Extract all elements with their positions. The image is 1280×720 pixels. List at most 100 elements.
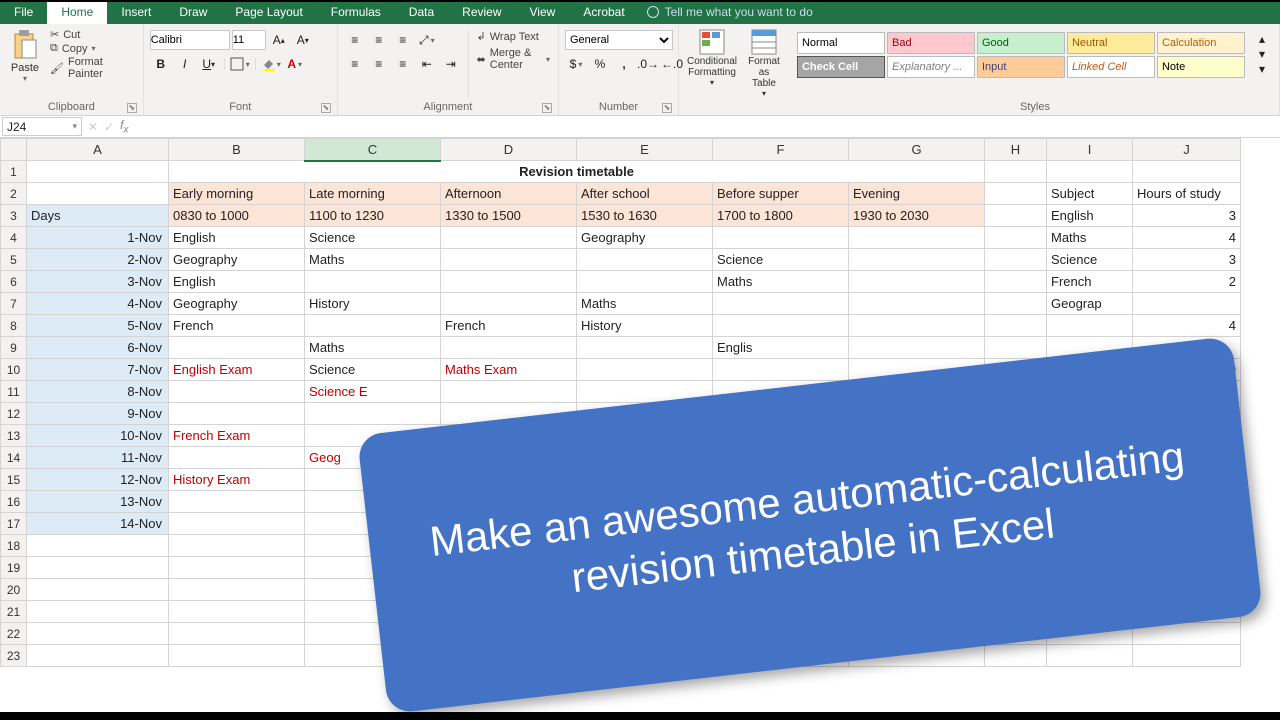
tab-formulas[interactable]: Formulas — [317, 0, 395, 24]
row-header-22[interactable]: 22 — [1, 623, 27, 645]
row-header-15[interactable]: 15 — [1, 469, 27, 491]
row-header-21[interactable]: 21 — [1, 601, 27, 623]
gallery-more-button[interactable]: ▾ — [1251, 62, 1273, 76]
paste-button[interactable]: Paste ▾ — [6, 26, 44, 85]
enter-formula-icon[interactable]: ✓ — [104, 120, 114, 134]
increase-indent-button[interactable]: ⇥ — [440, 54, 462, 74]
select-all-corner[interactable] — [1, 139, 27, 161]
col-header-J[interactable]: J — [1133, 139, 1241, 161]
style-normal[interactable]: Normal — [797, 32, 885, 54]
formula-input[interactable] — [134, 116, 1280, 137]
fx-icon[interactable]: fx — [120, 118, 128, 135]
row-header-13[interactable]: 13 — [1, 425, 27, 447]
row-header-19[interactable]: 19 — [1, 557, 27, 579]
align-top-button[interactable]: ≡ — [344, 30, 366, 50]
tab-acrobat[interactable]: Acrobat — [569, 0, 638, 24]
font-launcher[interactable]: ⬊ — [321, 103, 331, 113]
style-linked-cell[interactable]: Linked Cell — [1067, 56, 1155, 78]
align-middle-button[interactable]: ≡ — [368, 30, 390, 50]
style-input[interactable]: Input — [977, 56, 1065, 78]
style-gallery[interactable]: NormalBadGoodNeutralCalculation Check Cel… — [797, 32, 1245, 78]
row-header-10[interactable]: 10 — [1, 359, 27, 381]
tab-insert[interactable]: Insert — [107, 0, 165, 24]
row-header-4[interactable]: 4 — [1, 227, 27, 249]
italic-button[interactable]: I — [174, 54, 196, 74]
format-as-table-button[interactable]: Format as Table▾ — [743, 26, 785, 100]
number-launcher[interactable]: ⬊ — [662, 103, 672, 113]
tab-home[interactable]: Home — [47, 0, 107, 24]
row-header-14[interactable]: 14 — [1, 447, 27, 469]
row-header-2[interactable]: 2 — [1, 183, 27, 205]
tab-page-layout[interactable]: Page Layout — [221, 0, 316, 24]
fill-color-button[interactable] — [260, 54, 282, 74]
font-size-input[interactable] — [232, 30, 266, 50]
wrap-text-button[interactable]: ↲Wrap Text — [475, 30, 552, 43]
cut-button[interactable]: ✂Cut — [48, 28, 137, 41]
col-header-D[interactable]: D — [441, 139, 577, 161]
title-cell[interactable]: Revision timetable — [169, 161, 985, 183]
col-header-G[interactable]: G — [849, 139, 985, 161]
name-box[interactable]: J24▾ — [2, 117, 82, 136]
style-note[interactable]: Note — [1157, 56, 1245, 78]
gallery-down-button[interactable]: ▾ — [1251, 47, 1273, 61]
row-header-3[interactable]: 3 — [1, 205, 27, 227]
tab-view[interactable]: View — [516, 0, 570, 24]
align-left-button[interactable]: ≡ — [344, 54, 366, 74]
row-header-23[interactable]: 23 — [1, 645, 27, 667]
decrease-indent-button[interactable]: ⇤ — [416, 54, 438, 74]
row-header-5[interactable]: 5 — [1, 249, 27, 271]
comma-button[interactable]: , — [613, 54, 635, 74]
format-painter-button[interactable]: 🖌Format Painter — [48, 56, 137, 80]
row-header-9[interactable]: 9 — [1, 337, 27, 359]
col-header-C[interactable]: C — [305, 139, 441, 161]
style-calculation[interactable]: Calculation — [1157, 32, 1245, 54]
gallery-up-button[interactable]: ▴ — [1251, 32, 1273, 46]
font-name-input[interactable] — [150, 30, 230, 50]
font-color-button[interactable]: A — [284, 54, 306, 74]
alignment-launcher[interactable]: ⬊ — [542, 103, 552, 113]
increase-decimal-button[interactable]: .0→ — [637, 54, 659, 74]
style-bad[interactable]: Bad — [887, 32, 975, 54]
grow-font-button[interactable]: A▴ — [268, 30, 290, 50]
row-header-20[interactable]: 20 — [1, 579, 27, 601]
bold-button[interactable]: B — [150, 54, 172, 74]
borders-button[interactable] — [229, 54, 251, 74]
conditional-formatting-button[interactable]: Conditional Formatting▾ — [685, 26, 739, 89]
row-header-18[interactable]: 18 — [1, 535, 27, 557]
row-header-17[interactable]: 17 — [1, 513, 27, 535]
align-right-button[interactable]: ≡ — [392, 54, 414, 74]
align-center-button[interactable]: ≡ — [368, 54, 390, 74]
percent-button[interactable]: % — [589, 54, 611, 74]
col-header-A[interactable]: A — [27, 139, 169, 161]
style-check-cell[interactable]: Check Cell — [797, 56, 885, 78]
copy-button[interactable]: ⧉Copy▾ — [48, 42, 137, 55]
row-header-16[interactable]: 16 — [1, 491, 27, 513]
shrink-font-button[interactable]: A▾ — [292, 30, 314, 50]
tab-review[interactable]: Review — [448, 0, 515, 24]
col-header-F[interactable]: F — [713, 139, 849, 161]
row-header-6[interactable]: 6 — [1, 271, 27, 293]
row-header-8[interactable]: 8 — [1, 315, 27, 337]
col-header-B[interactable]: B — [169, 139, 305, 161]
align-bottom-button[interactable]: ≡ — [392, 30, 414, 50]
tab-data[interactable]: Data — [395, 0, 448, 24]
row-header-1[interactable]: 1 — [1, 161, 27, 183]
col-header-I[interactable]: I — [1047, 139, 1133, 161]
style-good[interactable]: Good — [977, 32, 1065, 54]
col-header-E[interactable]: E — [577, 139, 713, 161]
style-explanatory-[interactable]: Explanatory ... — [887, 56, 975, 78]
number-format-select[interactable]: General — [565, 30, 673, 50]
row-header-12[interactable]: 12 — [1, 403, 27, 425]
accounting-button[interactable]: $ — [565, 54, 587, 74]
col-header-H[interactable]: H — [985, 139, 1047, 161]
tab-file[interactable]: File — [0, 0, 47, 24]
tab-draw[interactable]: Draw — [165, 0, 221, 24]
style-neutral[interactable]: Neutral — [1067, 32, 1155, 54]
clipboard-launcher[interactable]: ⬊ — [127, 103, 137, 113]
row-header-7[interactable]: 7 — [1, 293, 27, 315]
tell-me[interactable]: Tell me what you want to do — [647, 0, 813, 24]
merge-center-button[interactable]: ⬌Merge & Center — [475, 47, 552, 71]
cancel-formula-icon[interactable]: ✕ — [88, 120, 98, 134]
orientation-button[interactable]: ⤢ — [416, 30, 438, 50]
underline-button[interactable]: U▾ — [198, 54, 220, 74]
